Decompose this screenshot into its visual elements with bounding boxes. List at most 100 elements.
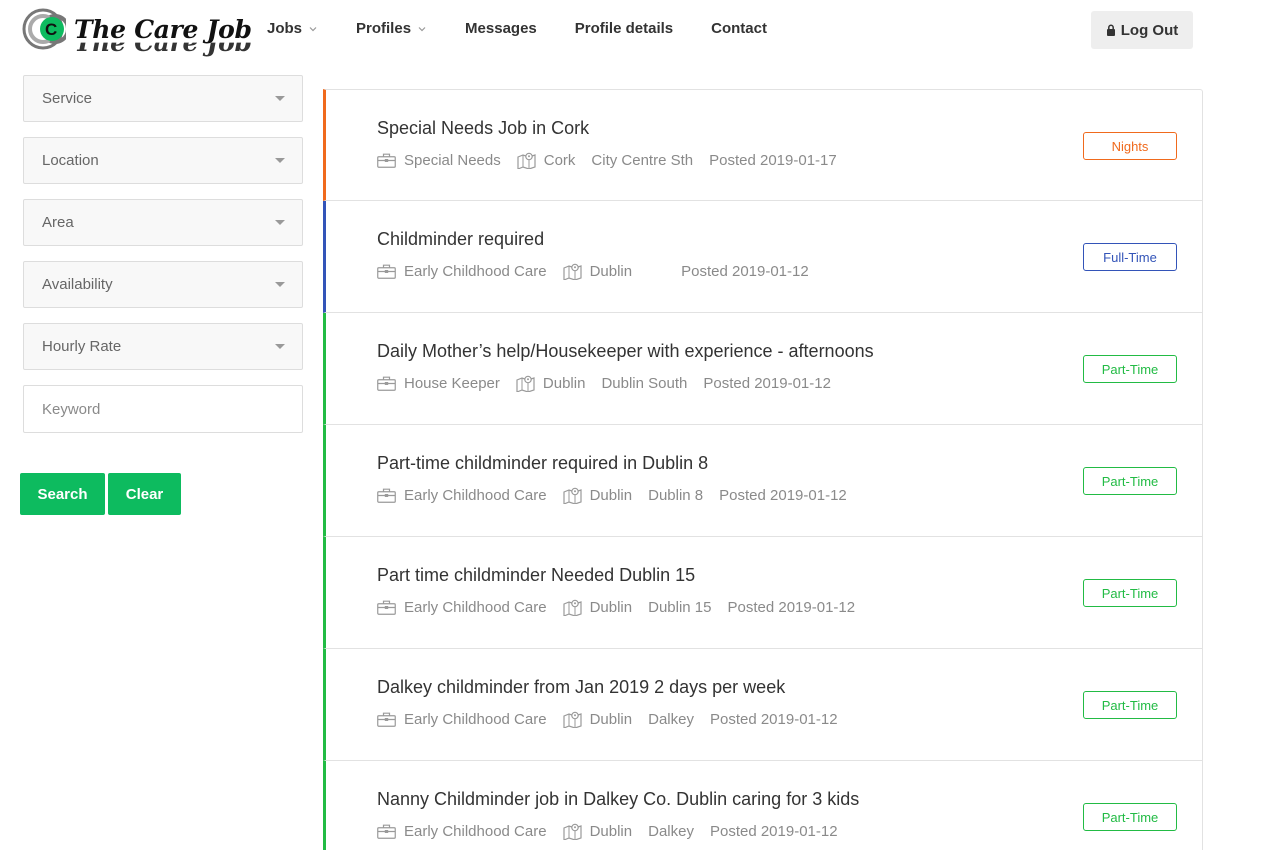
job-meta: Early Childhood Care Dublin Dublin 8 Pos… — [377, 487, 847, 504]
job-service: House Keeper — [404, 375, 500, 392]
area-select-label: Area — [42, 214, 74, 231]
briefcase-icon — [377, 153, 396, 168]
job-posted-date: Posted 2019-01-12 — [709, 711, 838, 728]
search-button[interactable]: Search — [20, 473, 105, 515]
caret-down-icon — [275, 344, 285, 349]
job-location: Dublin — [589, 263, 633, 280]
hourly-rate-select-label: Hourly Rate — [42, 338, 122, 355]
job-type-badge: Part-Time — [1083, 355, 1177, 383]
caret-down-icon — [275, 96, 285, 101]
location-select[interactable]: Location — [23, 137, 303, 184]
map-icon — [562, 823, 582, 840]
logout-button[interactable]: Log Out — [1091, 11, 1193, 49]
map-icon — [562, 599, 582, 616]
logout-label: Log Out — [1120, 21, 1179, 39]
availability-select-label: Availability — [42, 276, 113, 293]
job-area: Dalkey — [648, 711, 694, 728]
clear-button[interactable]: Clear — [108, 473, 181, 515]
chevron-down-icon — [418, 26, 426, 31]
job-card[interactable]: Childminder required Early Childhood Car… — [323, 201, 1203, 313]
job-title[interactable]: Special Needs Job in Cork — [377, 118, 589, 139]
availability-select[interactable]: Availability — [23, 261, 303, 308]
job-posted-date: Posted 2019-01-12 — [719, 487, 847, 504]
job-area: Dalkey — [648, 823, 694, 840]
job-card[interactable]: Special Needs Job in Cork Special Needs … — [323, 89, 1203, 201]
site-logo[interactable]: C The Care Job The Care Job — [22, 8, 252, 57]
briefcase-icon — [377, 264, 396, 279]
job-meta: Early Childhood Care Dublin Dalkey Poste… — [377, 711, 838, 728]
job-title[interactable]: Nanny Childminder job in Dalkey Co. Dubl… — [377, 789, 859, 810]
job-posted-date: Posted 2019-01-12 — [681, 263, 809, 280]
job-service: Early Childhood Care — [404, 263, 547, 280]
job-location: Dublin — [589, 599, 633, 616]
map-icon — [517, 152, 536, 169]
job-card[interactable]: Part-time childminder required in Dublin… — [323, 425, 1203, 537]
job-posted-date: Posted 2019-01-12 — [709, 823, 838, 840]
job-type-badge: Part-Time — [1083, 691, 1177, 719]
job-location: Dublin — [589, 711, 633, 728]
nav-messages[interactable]: Messages — [465, 20, 537, 37]
caret-down-icon — [275, 158, 285, 163]
map-icon — [516, 375, 535, 392]
briefcase-icon — [377, 712, 396, 727]
logo-icon: C — [22, 8, 70, 50]
top-header: C The Care Job The Care Job Jobs Profile… — [0, 0, 1274, 62]
caret-down-icon — [275, 282, 285, 287]
job-card[interactable]: Nanny Childminder job in Dalkey Co. Dubl… — [323, 761, 1203, 850]
lock-icon — [1106, 24, 1115, 36]
service-select[interactable]: Service — [23, 75, 303, 122]
job-title[interactable]: Daily Mother’s help/Housekeeper with exp… — [377, 341, 874, 362]
nav-jobs-label: Jobs — [267, 20, 303, 37]
job-meta: Early Childhood Care Dublin Posted 2019-… — [377, 263, 809, 280]
job-card[interactable]: Daily Mother’s help/Housekeeper with exp… — [323, 313, 1203, 425]
chevron-down-icon — [309, 26, 317, 31]
nav-contact[interactable]: Contact — [711, 20, 767, 37]
job-location: Dublin — [542, 375, 586, 392]
job-area: Dublin South — [601, 375, 688, 392]
nav-profile-details[interactable]: Profile details — [575, 20, 673, 37]
job-card[interactable]: Dalkey childminder from Jan 2019 2 days … — [323, 649, 1203, 761]
service-select-label: Service — [42, 90, 93, 107]
job-service: Special Needs — [404, 152, 501, 169]
job-type-badge: Full-Time — [1083, 243, 1177, 271]
logo-wordmark: The Care Job The Care Job — [74, 14, 252, 57]
job-meta: Early Childhood Care Dublin Dalkey Poste… — [377, 823, 838, 840]
job-title[interactable]: Dalkey childminder from Jan 2019 2 days … — [377, 677, 785, 698]
job-service: Early Childhood Care — [404, 487, 547, 504]
job-service: Early Childhood Care — [404, 711, 547, 728]
job-title[interactable]: Childminder required — [377, 229, 544, 250]
filter-sidebar: Service Location Area Availability Hourl… — [23, 75, 303, 433]
briefcase-icon — [377, 824, 396, 839]
job-meta: House Keeper Dublin Dublin South Posted … — [377, 375, 831, 392]
map-icon — [562, 263, 582, 280]
hourly-rate-select[interactable]: Hourly Rate — [23, 323, 303, 370]
job-title[interactable]: Part-time childminder required in Dublin… — [377, 453, 708, 474]
job-meta: Early Childhood Care Dublin Dublin 15 Po… — [377, 599, 855, 616]
job-area: City Centre Sth — [591, 152, 694, 169]
job-title[interactable]: Part time childminder Needed Dublin 15 — [377, 565, 695, 586]
job-type-badge: Part-Time — [1083, 803, 1177, 831]
job-location: Dublin — [589, 823, 633, 840]
job-area: Dublin 8 — [648, 487, 704, 504]
job-posted-date: Posted 2019-01-17 — [709, 152, 837, 169]
job-type-badge: Part-Time — [1083, 467, 1177, 495]
nav-profiles-label: Profiles — [356, 20, 412, 37]
briefcase-icon — [377, 376, 396, 391]
main-nav: Jobs Profiles Messages Profile details C… — [267, 20, 767, 37]
nav-jobs[interactable]: Jobs — [267, 20, 318, 37]
job-meta: Special Needs Cork City Centre Sth Poste… — [377, 152, 837, 169]
map-icon — [562, 487, 582, 504]
job-card[interactable]: Part time childminder Needed Dublin 15 E… — [323, 537, 1203, 649]
caret-down-icon — [275, 220, 285, 225]
job-posted-date: Posted 2019-01-12 — [703, 375, 831, 392]
job-service: Early Childhood Care — [404, 823, 547, 840]
svg-text:C: C — [45, 20, 57, 39]
keyword-input[interactable] — [23, 385, 303, 433]
job-type-badge: Part-Time — [1083, 579, 1177, 607]
job-service: Early Childhood Care — [404, 599, 547, 616]
area-select[interactable]: Area — [23, 199, 303, 246]
job-list: Special Needs Job in Cork Special Needs … — [323, 89, 1203, 850]
nav-profiles[interactable]: Profiles — [356, 20, 427, 37]
job-posted-date: Posted 2019-01-12 — [727, 599, 856, 616]
location-select-label: Location — [42, 152, 99, 169]
